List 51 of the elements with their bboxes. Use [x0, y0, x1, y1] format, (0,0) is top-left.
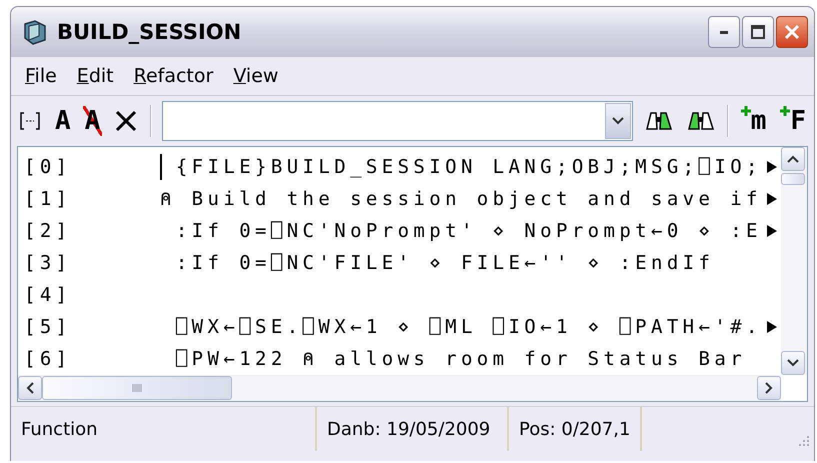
minimize-icon [720, 30, 728, 34]
menu-item[interactable]: View [225, 63, 286, 89]
close-button[interactable] [776, 16, 808, 48]
maximize-button[interactable] [742, 16, 774, 48]
close-icon [783, 23, 801, 41]
code-line: ⎕WX←⎕SE.⎕WX←1 ⋄ ⎕ML ⎕IO←1 ⋄ ⎕PATH←'#. [174, 316, 762, 338]
dropdown-button[interactable] [604, 103, 631, 139]
status-text: Function [11, 407, 317, 451]
vertical-scrollbar[interactable] [781, 147, 807, 375]
chevron-right-icon [765, 382, 773, 394]
chevron-down-icon [787, 359, 799, 367]
scroll-down-button[interactable] [781, 351, 805, 375]
window-title: BUILD_SESSION [57, 20, 242, 44]
size-grip-icon [796, 433, 810, 447]
maximize-icon [749, 23, 767, 41]
brackets-icon [19, 111, 41, 131]
scroll-thumb[interactable] [42, 376, 232, 400]
chevron-down-icon [612, 117, 624, 125]
line-number: [4] [24, 284, 73, 306]
chevron-up-icon [787, 155, 799, 163]
chevron-left-icon [26, 382, 34, 394]
plus-icon [780, 106, 790, 116]
line-number: [0] [24, 156, 73, 178]
code-line: :If 0=⎕NC'NoPrompt' ⋄ NoPrompt←0 ⋄ :E [174, 220, 762, 242]
code-line: ⍝ Build the session object and save if [160, 188, 762, 210]
line-number: [3] [24, 252, 73, 274]
line-number: [6] [24, 348, 73, 370]
scroll-left-button[interactable] [18, 376, 42, 400]
line-number: [5] [24, 316, 73, 338]
line-number: [1] [24, 188, 73, 210]
code-line: :If 0=⎕NC'FILE' ⋄ FILE←'' ⋄ :EndIf [174, 252, 714, 274]
code-line: ⎕PW←122 ⍝ allows room for Status Bar [174, 348, 746, 370]
grip-icon [132, 384, 142, 392]
menu-item[interactable]: Refactor [126, 63, 222, 89]
code-line: {FILE}BUILD_SESSION LANG;OBJ;MSG;⎕IO; [174, 156, 762, 178]
add-button[interactable]: m [738, 106, 768, 136]
horizontal-scrollbar[interactable] [18, 375, 781, 401]
scroll-right-button[interactable] [757, 376, 781, 400]
scroll-thumb[interactable] [781, 173, 805, 185]
letter-button[interactable]: A [53, 106, 73, 136]
minimize-button[interactable] [708, 16, 740, 48]
scroll-up-button[interactable] [781, 147, 805, 171]
menu-item[interactable]: Edit [68, 63, 122, 89]
add-button[interactable]: F [778, 106, 808, 136]
menu-item[interactable]: File [17, 63, 65, 89]
plus-icon [740, 106, 751, 116]
line-number: [2] [24, 220, 73, 242]
status-text: Danb: 19/05/2009 [317, 407, 509, 451]
status-text: Pos: 0/207,1 [509, 407, 642, 451]
combo-field[interactable] [162, 101, 633, 141]
cross-icon [114, 109, 138, 133]
